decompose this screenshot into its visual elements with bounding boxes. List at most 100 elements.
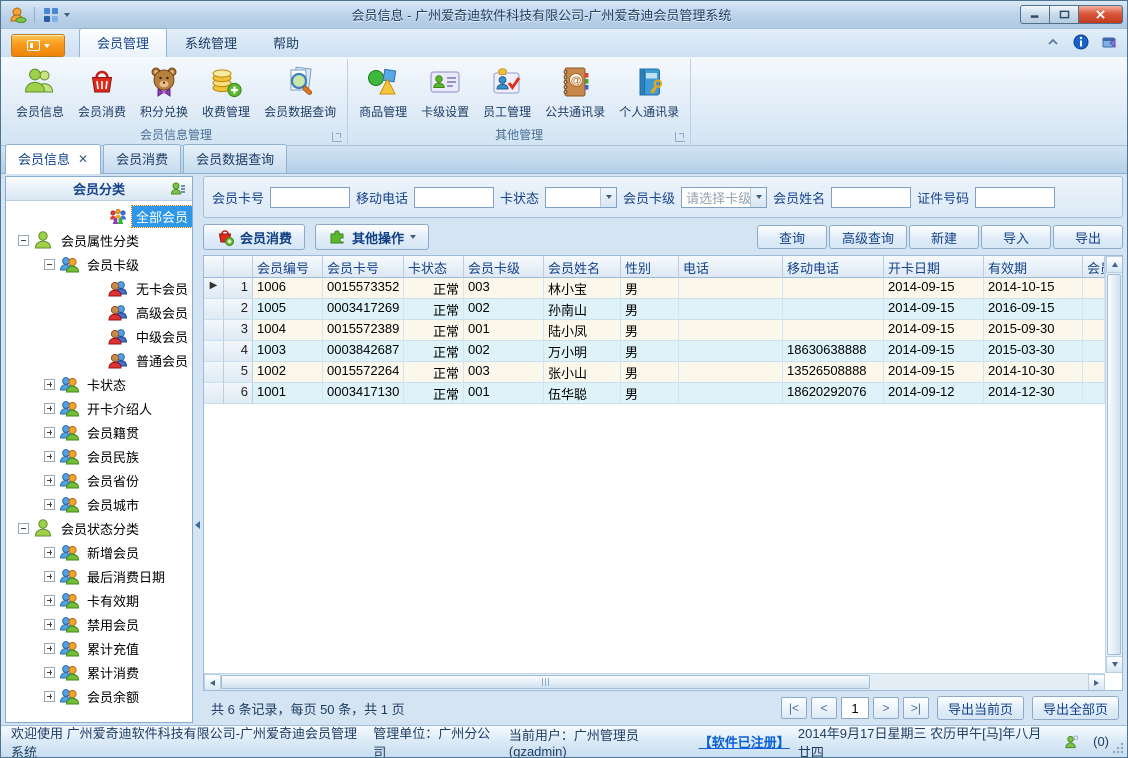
scroll-left-icon[interactable]	[204, 674, 221, 690]
export-current-page-button[interactable]: 导出当前页	[936, 696, 1024, 720]
toolbar-button-basket-add[interactable]: 会员消费	[203, 224, 306, 250]
document-tab-1[interactable]: 会员信息 ✕	[5, 144, 102, 174]
tree-item-19[interactable]: 累计充值	[6, 636, 192, 660]
card-status-select[interactable]	[545, 186, 618, 208]
collapse-ribbon-icon[interactable]	[1045, 34, 1061, 50]
tree-item-11[interactable]: 会员民族	[6, 444, 192, 468]
tree-expander-icon[interactable]	[44, 474, 55, 486]
dialog-launcher-icon[interactable]	[332, 132, 343, 142]
column-header-8[interactable]: 移动电话	[783, 256, 884, 278]
register-status-link[interactable]: 【软件已注册】	[699, 732, 790, 751]
scroll-down-icon[interactable]	[1106, 656, 1122, 673]
tree-expander-icon[interactable]	[44, 546, 55, 558]
tree-item-9[interactable]: 开卡介绍人	[6, 396, 192, 420]
tree-expander-icon[interactable]	[44, 402, 55, 414]
prev-page-button[interactable]: <	[810, 697, 837, 719]
tree-expander-icon[interactable]	[44, 618, 55, 630]
column-header-5[interactable]: 会员姓名	[544, 256, 621, 278]
tree-item-16[interactable]: 最后消费日期	[6, 564, 192, 588]
vertical-scrollbar[interactable]	[1105, 256, 1122, 673]
tree-expander-icon[interactable]	[44, 642, 55, 654]
ribbon-button-teddy[interactable]: 积分兑换	[133, 60, 195, 129]
tree-item-17[interactable]: 卡有效期	[6, 588, 192, 612]
action-button-2[interactable]: 高级查询	[828, 225, 907, 249]
scroll-up-icon[interactable]	[1106, 256, 1122, 273]
column-header-4[interactable]: 会员卡级	[464, 256, 544, 278]
ribbon-button-card-settings[interactable]: 卡级设置	[414, 60, 476, 129]
tree-item-14[interactable]: 会员状态分类	[6, 516, 192, 540]
tree-item-20[interactable]: 累计消费	[6, 660, 192, 684]
action-button-3[interactable]: 新建	[909, 225, 979, 249]
chevron-down-icon[interactable]	[750, 187, 767, 207]
tree-item-6[interactable]: 中级会员	[6, 324, 192, 348]
tab-close-icon[interactable]: ✕	[78, 153, 88, 165]
member-name-input[interactable]	[831, 186, 912, 208]
tree-expander-icon[interactable]	[18, 522, 29, 534]
ribbon-button-public-contacts[interactable]: @ 公共通讯录	[538, 60, 612, 129]
horizontal-scroll-thumb[interactable]	[221, 675, 870, 689]
tree-expander-icon[interactable]	[44, 570, 55, 582]
column-header-2[interactable]: 会员卡号	[323, 256, 404, 278]
ribbon-button-staff[interactable]: 员工管理	[476, 60, 538, 129]
tree-expander-icon[interactable]	[18, 234, 29, 246]
next-page-button[interactable]: >	[872, 697, 899, 719]
ribbon-tab-3[interactable]: 帮助	[255, 28, 317, 57]
scroll-right-icon[interactable]	[1088, 674, 1105, 690]
tree-item-12[interactable]: 会员省份	[6, 468, 192, 492]
tree-expander-icon[interactable]	[44, 258, 55, 270]
table-row-1[interactable]: ▶ 1 1006 0015573352 正常 003 林小宝男 2014-09-15 2014-…	[204, 278, 1105, 299]
column-header-10[interactable]: 有效期	[984, 256, 1083, 278]
tree-item-10[interactable]: 会员籍贯	[6, 420, 192, 444]
tree-item-13[interactable]: 会员城市	[6, 492, 192, 516]
mobile-phone-input[interactable]	[414, 186, 495, 208]
document-tab-2[interactable]: 会员消费	[103, 144, 182, 173]
table-row-4[interactable]: 4 1003 0003842687 正常 002 万小明男 18630638888 2014-…	[204, 341, 1105, 362]
card-level-select[interactable]: 请选择卡级	[681, 186, 768, 208]
tree-item-5[interactable]: 高级会员	[6, 300, 192, 324]
id-number-input[interactable]	[975, 186, 1056, 208]
app-menu-button[interactable]	[11, 34, 65, 57]
column-header-7[interactable]: 电话	[679, 256, 783, 278]
toolbar-button-puzzle[interactable]: 其他操作	[315, 224, 430, 250]
tree-item-18[interactable]: 禁用会员	[6, 612, 192, 636]
column-header-11[interactable]: 会员	[1083, 256, 1105, 278]
ribbon-button-basket[interactable]: 会员消费	[71, 60, 133, 129]
tree-expander-icon[interactable]	[44, 378, 55, 390]
first-page-button[interactable]: |<	[780, 697, 807, 719]
ribbon-tab-1[interactable]: 会员管理	[79, 28, 168, 57]
table-row-6[interactable]: 6 1001 0003417130 正常 001 伍华聪男 18620292076 2014-…	[204, 383, 1105, 404]
chevron-down-icon[interactable]	[600, 187, 617, 207]
column-header-9[interactable]: 开卡日期	[884, 256, 984, 278]
feedback-icon[interactable]	[1101, 34, 1117, 50]
ribbon-tab-2[interactable]: 系统管理	[167, 28, 255, 57]
tree-item-3[interactable]: 会员卡级	[6, 252, 192, 276]
ribbon-button-coins-add[interactable]: 收费管理	[195, 60, 257, 129]
action-button-5[interactable]: 导出	[1053, 225, 1123, 249]
tree-item-7[interactable]: 普通会员	[6, 348, 192, 372]
tree-expander-icon[interactable]	[44, 666, 55, 678]
column-header-1[interactable]: 会员编号	[253, 256, 323, 278]
quick-access-toolbar[interactable]	[42, 6, 70, 24]
member-card-no-input[interactable]	[270, 186, 351, 208]
ribbon-button-personal-contacts[interactable]: 个人通讯录	[612, 60, 686, 129]
ribbon-button-goods[interactable]: 商品管理	[352, 60, 414, 129]
column-header-3[interactable]: 卡状态	[404, 256, 464, 278]
page-number-input[interactable]	[840, 697, 869, 719]
vertical-scroll-thumb[interactable]	[1107, 274, 1121, 655]
tree-item-4[interactable]: 无卡会员	[6, 276, 192, 300]
document-tab-3[interactable]: 会员数据查询	[183, 144, 288, 173]
ribbon-button-doc-search[interactable]: 会员数据查询	[257, 60, 343, 129]
tree-expander-icon[interactable]	[44, 498, 55, 510]
tree-item-21[interactable]: 会员余额	[6, 684, 192, 708]
maximize-button[interactable]	[1049, 5, 1079, 24]
column-header-6[interactable]: 性别	[621, 256, 679, 278]
sidebar-splitter[interactable]	[193, 176, 201, 723]
tree-expander-icon[interactable]	[44, 594, 55, 606]
horizontal-scrollbar[interactable]	[204, 673, 1105, 690]
last-page-button[interactable]: >|	[902, 697, 929, 719]
tree-expander-icon[interactable]	[44, 426, 55, 438]
info-icon[interactable]	[1073, 34, 1089, 50]
table-row-3[interactable]: 3 1004 0015572389 正常 001 陆小凤男 2014-09-15 2015-0…	[204, 320, 1105, 341]
tree-item-15[interactable]: 新增会员	[6, 540, 192, 564]
tree-expander-icon[interactable]	[44, 450, 55, 462]
